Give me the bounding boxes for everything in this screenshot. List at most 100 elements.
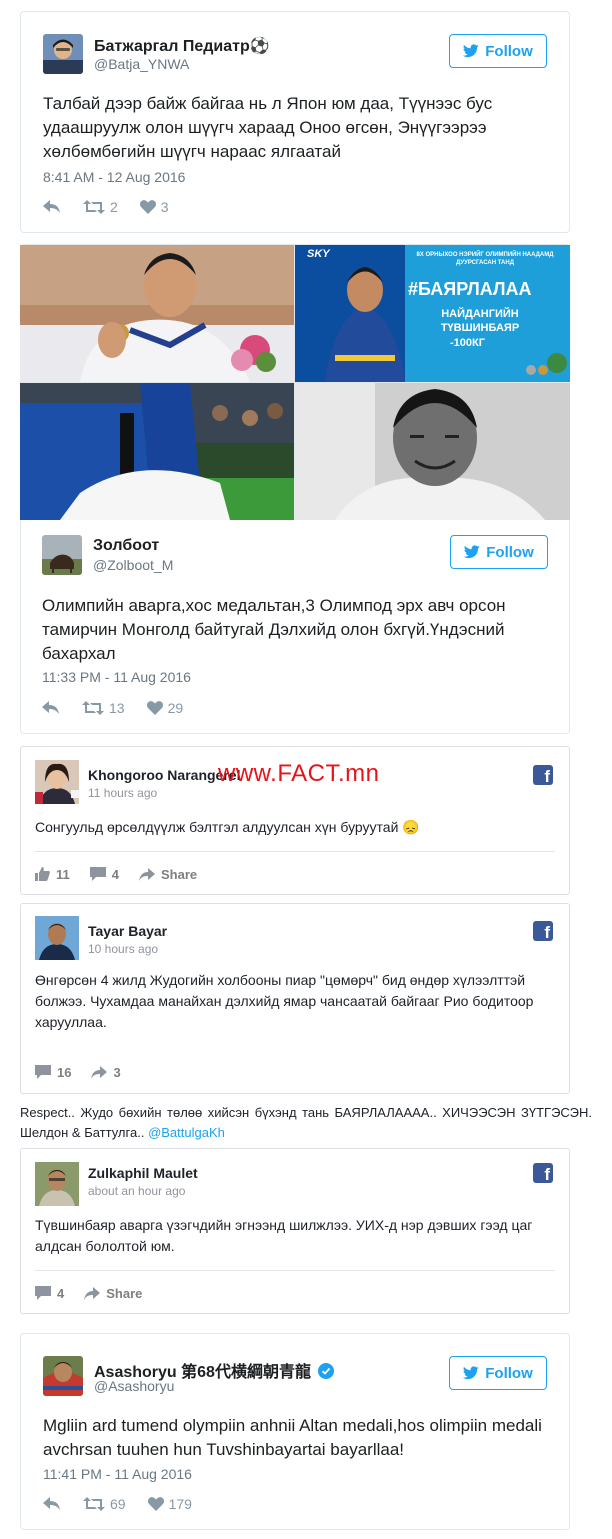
like-count: 179	[168, 1496, 192, 1512]
comment-button[interactable]: 4	[89, 867, 119, 882]
share-label: Share	[160, 866, 198, 882]
tweet-card: Asashoryu 第68代横綱朝青龍 @Asashoryu Follow Mg…	[20, 1333, 570, 1530]
like-button[interactable]: 29	[146, 700, 184, 716]
retweet-icon	[83, 1497, 105, 1511]
follow-button[interactable]: Follow	[449, 1356, 547, 1390]
tweet-header: Asashoryu 第68代横綱朝青龍 @Asashoryu Follow	[43, 1356, 547, 1396]
tweet-date[interactable]: 8:41 AM - 12 Aug 2016	[43, 169, 185, 185]
retweet-icon	[82, 701, 104, 715]
retweet-count: 13	[109, 700, 125, 716]
tweet-photo-grid[interactable]: SKY 8Х ОРНЫХОО НЭРИЙГ ОЛИМПИЙН НААДАМД Д…	[20, 245, 570, 520]
photo-portrait-bw[interactable]	[295, 383, 570, 520]
share-button[interactable]: 3	[91, 1064, 121, 1080]
retweet-count: 69	[110, 1496, 126, 1512]
author-handle[interactable]: @Asashoryu	[94, 1378, 174, 1394]
post-actions: 11 4 Share	[35, 863, 555, 885]
watermark: www.FACT.mn	[218, 760, 380, 787]
reply-button[interactable]	[42, 701, 60, 715]
post-text: Өнгөрсөн 4 жилд Жудогийн холбооны пиар "…	[35, 972, 534, 1030]
avatar[interactable]	[43, 34, 83, 74]
heart-icon	[139, 200, 156, 214]
share-button[interactable]: Share	[138, 866, 198, 882]
author-name[interactable]: Zulkaphil Maulet	[88, 1165, 198, 1181]
tweet-text: Олимпийн аварга,хос медальтан,3 Олимпод …	[42, 596, 506, 663]
follow-button[interactable]: Follow	[449, 34, 547, 68]
author-name[interactable]: Tayar Bayar	[88, 923, 167, 939]
thumbs-up-icon	[35, 867, 50, 881]
tweet-actions: 2 3	[43, 197, 191, 217]
tweet-date[interactable]: 11:33 PM - 11 Aug 2016	[42, 669, 191, 685]
banner-top-line: 8Х ОРНЫХОО НЭРИЙГ ОЛИМПИЙН НААДАМД ДУУРС…	[416, 252, 554, 266]
mention-link[interactable]: @BattulgaKh	[148, 1125, 225, 1140]
share-button[interactable]: Share	[84, 1286, 142, 1301]
tweet-actions: 13 29	[42, 698, 205, 718]
share-count: 3	[113, 1064, 121, 1080]
comment-icon	[35, 1286, 51, 1300]
photo-banner[interactable]: SKY 8Х ОРНЫХОО НЭРИЙГ ОЛИМПИЙН НААДАМД Д…	[295, 245, 570, 382]
share-icon	[91, 1065, 108, 1079]
heart-icon	[146, 701, 163, 715]
facebook-logo-icon[interactable]: f	[533, 921, 553, 941]
comment-count: 16	[57, 1064, 72, 1080]
verified-badge-icon	[318, 1363, 335, 1379]
avatar[interactable]	[42, 535, 82, 575]
retweet-button[interactable]: 13	[82, 700, 125, 716]
avatar[interactable]	[35, 760, 79, 804]
follow-button[interactable]: Follow	[450, 535, 548, 569]
author-handle[interactable]: @Zolboot_M	[93, 557, 173, 573]
author-name[interactable]: Золбоот	[93, 537, 159, 555]
twitter-bird-icon	[463, 1366, 479, 1380]
post-time[interactable]: 10 hours ago	[88, 942, 158, 956]
tweet-text: Mgliin ard tumend olympiin anhnii Altan …	[43, 1416, 542, 1459]
divider	[35, 1270, 555, 1271]
reply-icon	[43, 1497, 60, 1510]
tweet-header: Золбоот @Zolboot_M Follow	[42, 535, 548, 575]
facebook-logo-icon[interactable]: f	[533, 1163, 553, 1183]
like-count: 29	[167, 700, 184, 716]
like-button[interactable]: 11	[35, 867, 70, 882]
like-button[interactable]: 3	[139, 199, 169, 215]
post-actions: 4 Share	[35, 1282, 555, 1304]
like-button[interactable]: 179	[147, 1496, 192, 1512]
photo-medal[interactable]	[20, 245, 294, 382]
retweet-button[interactable]: 69	[83, 1496, 126, 1512]
facebook-post-card: Zulkaphil Maulet about an hour ago f Түв…	[20, 1148, 570, 1314]
reply-button[interactable]	[43, 1497, 61, 1511]
like-count: 11	[56, 866, 70, 882]
post-time[interactable]: about an hour ago	[88, 1184, 185, 1198]
twitter-bird-icon	[463, 44, 479, 58]
share-icon	[138, 867, 155, 881]
comment-count: 4	[57, 1285, 65, 1301]
share-label: Share	[106, 1285, 143, 1301]
post-text: Түвшинбаяр аварга үзэгчдийн эгнээнд шилж…	[35, 1217, 533, 1254]
avatar[interactable]	[35, 916, 79, 960]
banner-weight: -100КГ	[450, 337, 485, 349]
comment-button[interactable]: 4	[35, 1286, 64, 1301]
reply-button[interactable]	[43, 200, 61, 214]
like-count: 3	[160, 199, 169, 215]
facebook-logo-icon[interactable]: f	[533, 765, 553, 785]
heart-icon	[147, 1497, 164, 1511]
post-time[interactable]: 11 hours ago	[88, 786, 157, 800]
tweet-text: Талбай дээр байж байгаа нь л Япон юм даа…	[43, 94, 493, 161]
author-name[interactable]: Батжаргал Педиатр⚽	[94, 36, 270, 56]
photo-judo-action[interactable]	[20, 383, 294, 520]
post-actions: 16 3	[35, 1061, 555, 1083]
retweet-icon	[83, 200, 105, 214]
comment-icon	[35, 1065, 51, 1079]
banner-hashtag: #БАЯРЛАЛАА	[408, 279, 532, 299]
retweet-button[interactable]: 2	[83, 199, 118, 215]
tweet-card: Батжаргал Педиатр⚽ @Batja_YNWA Follow Та…	[20, 11, 570, 233]
post-text: Сонгуульд өрсөлдүүлж бэлтгэл алдуулсан х…	[35, 819, 420, 835]
tweet-date[interactable]: 11:41 PM - 11 Aug 2016	[43, 1466, 192, 1482]
avatar[interactable]	[43, 1356, 83, 1396]
comment-button[interactable]: 16	[35, 1065, 71, 1080]
avatar[interactable]	[35, 1162, 79, 1206]
twitter-bird-icon	[464, 545, 480, 559]
follow-label: Follow	[486, 543, 534, 561]
author-handle[interactable]: @Batja_YNWA	[94, 56, 189, 72]
tweet-actions: 69 179	[43, 1494, 214, 1514]
share-icon	[84, 1286, 101, 1300]
follow-label: Follow	[485, 42, 533, 60]
tweet-header: Батжаргал Педиатр⚽ @Batja_YNWA Follow	[43, 34, 547, 74]
